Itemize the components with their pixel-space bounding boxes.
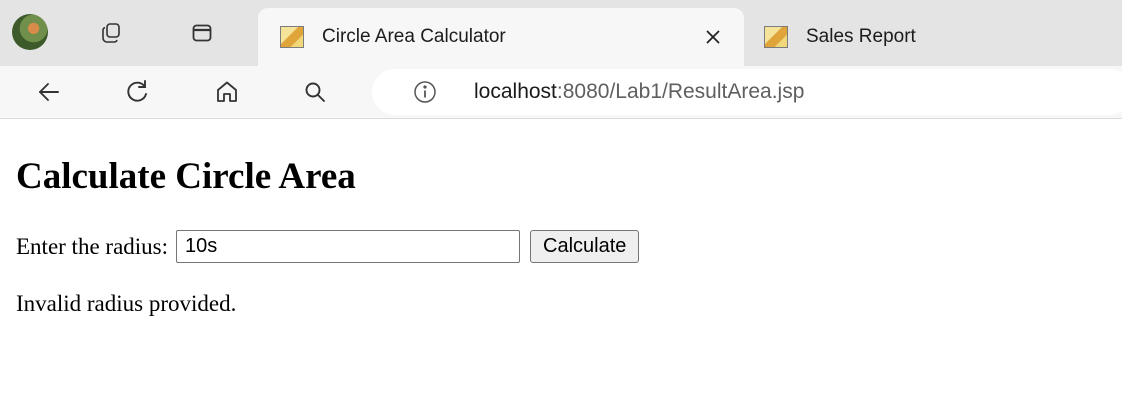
radius-label: Enter the radius: xyxy=(16,233,169,259)
radius-input[interactable] xyxy=(176,230,521,263)
tab-circle-area-calculator[interactable]: Circle Area Calculator xyxy=(258,8,744,66)
navigation-toolbar: localhost:8080/Lab1/ResultArea.jsp xyxy=(0,66,1122,119)
address-bar[interactable]: localhost:8080/Lab1/ResultArea.jsp xyxy=(372,69,1122,115)
error-message: Invalid radius provided. xyxy=(16,291,237,316)
url-path: :8080/Lab1/ResultArea.jsp xyxy=(556,80,805,103)
tab-title: Sales Report xyxy=(806,26,916,47)
url-text[interactable]: localhost:8080/Lab1/ResultArea.jsp xyxy=(474,80,804,104)
tomcat-favicon-icon xyxy=(764,26,788,48)
page-content: Calculate Circle Area Enter the radius: … xyxy=(0,119,1122,414)
close-tab-icon[interactable] xyxy=(698,22,728,52)
page-title: Calculate Circle Area xyxy=(16,156,356,197)
site-info-icon[interactable] xyxy=(412,79,438,105)
url-host: localhost xyxy=(474,80,557,103)
back-arrow-icon[interactable] xyxy=(30,73,68,111)
radius-form: Enter the radius: Calculate xyxy=(16,230,640,263)
profile-avatar[interactable] xyxy=(12,14,48,50)
tab-sales-report[interactable]: Sales Report xyxy=(760,8,1122,66)
search-icon[interactable] xyxy=(296,73,334,111)
tab-title: Circle Area Calculator xyxy=(322,26,506,47)
tomcat-favicon-icon xyxy=(280,26,304,48)
calculate-button[interactable]: Calculate xyxy=(530,230,640,263)
refresh-icon[interactable] xyxy=(118,73,156,111)
home-icon[interactable] xyxy=(208,73,246,111)
tab-strip: Circle Area Calculator Sales Report xyxy=(0,0,1122,66)
tab-actions-icon[interactable] xyxy=(183,14,221,52)
workspaces-icon[interactable] xyxy=(92,14,130,52)
